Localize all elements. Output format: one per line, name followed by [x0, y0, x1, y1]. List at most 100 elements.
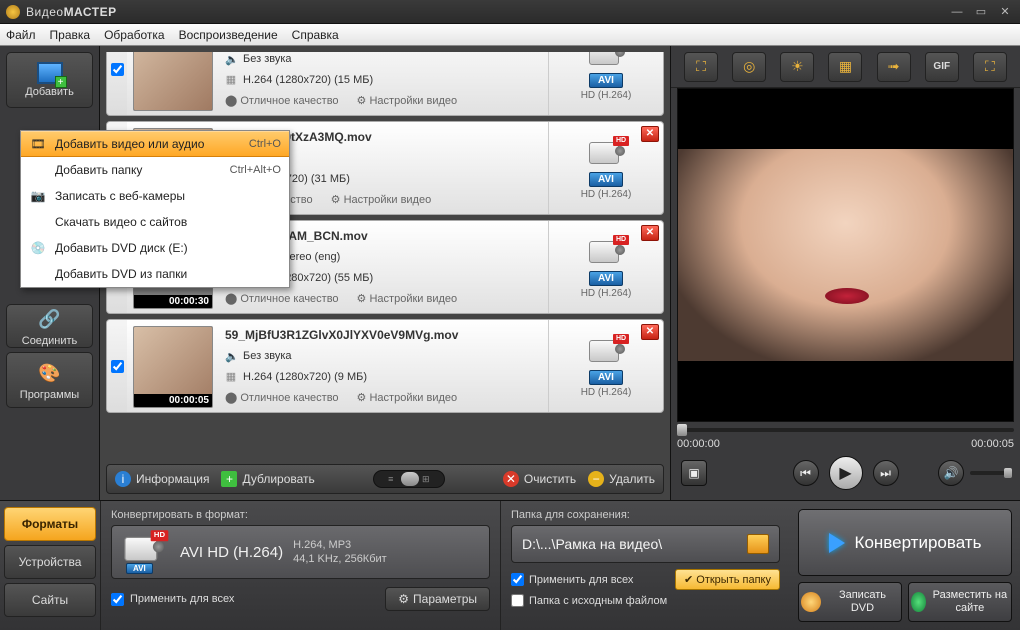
tab-devices[interactable]: Устройства: [4, 545, 96, 579]
menu-help[interactable]: Справка: [292, 28, 339, 42]
file-settings-link[interactable]: ⚙ Настройки видео: [357, 94, 458, 107]
format-name: AVI HD (H.264): [180, 544, 283, 561]
remove-file-button[interactable]: ✕: [641, 225, 659, 241]
view-toggle[interactable]: ≡⊞: [373, 470, 445, 488]
mute-button[interactable]: 🔊: [938, 460, 964, 486]
file-format-cell[interactable]: ✕ HD AVI HD (H.264): [548, 52, 663, 115]
save-path-field[interactable]: D:\...\Рамка на видео\: [511, 525, 780, 563]
file-format-cell[interactable]: ✕ HD AVI HD (H.264): [548, 221, 663, 313]
list-toolbar: iИнформация +Дублировать ≡⊞ ✕Очистить −У…: [106, 464, 664, 494]
prev-button[interactable]: ⏮: [793, 460, 819, 486]
popup-item[interactable]: Добавить DVD из папки: [21, 261, 289, 287]
convert-header: Конвертировать в формат:: [111, 509, 490, 521]
format-selector[interactable]: HD AVI AVI HD (H.264) H.264, MP344,1 KHz…: [111, 525, 490, 579]
titlebar: ВидеоМАСТЕР — ▭ ✕: [0, 0, 1020, 24]
duplicate-button[interactable]: +Дублировать: [221, 471, 314, 487]
quality-icon: ⬤: [225, 293, 237, 305]
save-apply-all-checkbox[interactable]: [511, 573, 524, 586]
popup-item[interactable]: 🎞 Добавить видео или аудио Ctrl+O: [21, 131, 289, 157]
file-thumbnail[interactable]: [133, 52, 213, 111]
globe-icon: [911, 592, 926, 612]
popup-item-label: Добавить DVD из папки: [55, 267, 273, 281]
side-join-label: Соединить: [22, 335, 78, 347]
file-checkbox[interactable]: [111, 360, 124, 373]
menu-process[interactable]: Обработка: [104, 28, 165, 42]
remove-file-button[interactable]: ✕: [641, 126, 659, 142]
save-header: Папка для сохранения:: [511, 509, 780, 521]
seek-slider[interactable]: [677, 428, 1014, 432]
snapshot-button[interactable]: ▣: [681, 460, 707, 486]
minimize-button[interactable]: —: [948, 5, 966, 19]
file-duration: 00:00:05: [134, 394, 212, 407]
file-format-cell[interactable]: ✕ HD AVI HD (H.264): [548, 320, 663, 412]
file-codec: H.264 (1280x720) (15 МБ): [243, 74, 373, 86]
tool-brightness-button[interactable]: ☀: [780, 52, 814, 82]
apply-all-checkbox[interactable]: [111, 593, 124, 606]
convert-button[interactable]: Конвертировать: [798, 509, 1012, 576]
tool-speed-button[interactable]: ➟: [877, 52, 911, 82]
save-src-folder-checkbox[interactable]: [511, 594, 524, 607]
params-button[interactable]: ⚙Параметры: [385, 587, 490, 611]
burn-dvd-button[interactable]: Записать DVD: [798, 582, 902, 622]
video-preview[interactable]: [677, 88, 1014, 422]
file-duration: 00:00:30: [134, 295, 212, 308]
side-add-button[interactable]: + Добавить: [6, 52, 93, 108]
file-row[interactable]: 42_MDZfQmlvIldXR3X0tL.mov 🔈Без звука ▦H.…: [106, 52, 664, 116]
popup-item[interactable]: 💿 Добавить DVD диск (E:): [21, 235, 289, 261]
file-audio: Без звука: [243, 350, 292, 362]
file-checkbox[interactable]: [111, 63, 124, 76]
file-settings-link[interactable]: ⚙ Настройки видео: [331, 193, 432, 206]
menu-playback[interactable]: Воспроизведение: [179, 28, 278, 42]
maximize-button[interactable]: ▭: [972, 5, 990, 19]
format-badge: AVI: [589, 370, 623, 385]
gear-icon: ⚙: [331, 194, 341, 206]
popup-item-shortcut: Ctrl+O: [249, 138, 281, 150]
popup-item-shortcut: Ctrl+Alt+O: [230, 164, 281, 176]
file-thumbnail[interactable]: 00:00:05: [133, 326, 213, 408]
tool-crop-button[interactable]: ⛶: [684, 52, 718, 82]
browse-folder-icon[interactable]: [747, 534, 769, 554]
camera-icon: HD: [585, 235, 627, 269]
menu-file[interactable]: Файл: [6, 28, 36, 42]
menu-edit[interactable]: Правка: [50, 28, 91, 42]
popup-item-label: Добавить DVD диск (E:): [55, 241, 273, 255]
tool-target-button[interactable]: ◎: [732, 52, 766, 82]
publish-button[interactable]: Разместить на сайте: [908, 582, 1012, 622]
popup-item[interactable]: 📷 Записать с веб-камеры: [21, 183, 289, 209]
quality-icon: ⬤: [225, 95, 237, 107]
clear-button[interactable]: ✕Очистить: [503, 471, 576, 487]
gear-icon: ⚙: [357, 293, 367, 305]
delete-button[interactable]: −Удалить: [588, 471, 655, 487]
tab-sites[interactable]: Сайты: [4, 583, 96, 617]
tool-gif-button[interactable]: GIF: [925, 52, 959, 82]
film-plus-icon: +: [37, 62, 63, 84]
close-window-button[interactable]: ✕: [996, 5, 1014, 19]
file-quality: Отличное качество: [240, 293, 338, 305]
file-name: 59_MjBfU3R1ZGlvX0JlYXV0eV9MVg.mov: [225, 328, 542, 342]
gear-icon: ⚙: [357, 392, 367, 404]
tool-caption-button[interactable]: ⛶: [973, 52, 1007, 82]
format-spec: HD (H.264): [581, 90, 632, 101]
audio-icon: 🔈: [225, 53, 237, 66]
side-join-button[interactable]: 🔗 Соединить: [6, 304, 93, 348]
volume-slider[interactable]: [970, 471, 1012, 475]
file-settings-link[interactable]: ⚙ Настройки видео: [357, 391, 458, 404]
remove-file-button[interactable]: ✕: [641, 324, 659, 340]
tool-frame-button[interactable]: ▦: [828, 52, 862, 82]
popup-item[interactable]: Скачать видео с сайтов: [21, 209, 289, 235]
next-button[interactable]: ⏭: [873, 460, 899, 486]
format-spec: HD (H.264): [581, 189, 632, 200]
format-badge: AVI: [589, 73, 623, 88]
play-button[interactable]: ▶: [829, 456, 863, 490]
tab-formats[interactable]: Форматы: [4, 507, 96, 541]
popup-item[interactable]: Добавить папку Ctrl+Alt+O: [21, 157, 289, 183]
webcam-icon: 📷: [29, 189, 47, 203]
file-format-cell[interactable]: ✕ HD AVI HD (H.264): [548, 122, 663, 214]
file-quality: Отличное качество: [240, 392, 338, 404]
file-settings-link[interactable]: ⚙ Настройки видео: [357, 292, 458, 305]
file-row[interactable]: 00:00:05 59_MjBfU3R1ZGlvX0JlYXV0eV9MVg.m…: [106, 319, 664, 413]
swatch-icon: 🎨: [36, 359, 64, 387]
info-button[interactable]: iИнформация: [115, 471, 209, 487]
side-programs-button[interactable]: 🎨 Программы: [6, 352, 93, 408]
open-folder-button[interactable]: ✔ Открыть папку: [675, 569, 780, 590]
